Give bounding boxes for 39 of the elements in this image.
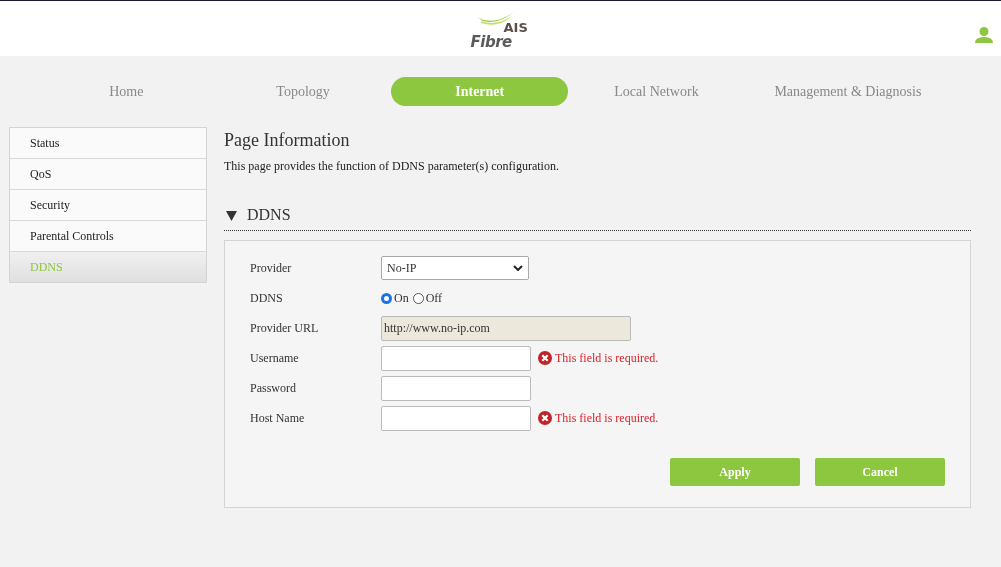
section-title: DDNS bbox=[247, 206, 291, 224]
radio-button[interactable] bbox=[412, 292, 424, 304]
field-label: Username bbox=[250, 350, 300, 366]
nav-tab[interactable]: Internet bbox=[391, 77, 569, 106]
error-icon bbox=[538, 411, 552, 425]
sidebar-item[interactable]: Status bbox=[10, 128, 206, 159]
field-label: Host Name bbox=[250, 410, 306, 426]
field-label: Password bbox=[250, 380, 297, 396]
error-icon bbox=[538, 351, 552, 365]
logo-brand: AIS bbox=[503, 19, 528, 35]
sidebar-item[interactable]: Security bbox=[10, 190, 206, 221]
triangle-icon[interactable] bbox=[226, 209, 237, 221]
input-field[interactable] bbox=[381, 375, 531, 401]
sidebar-item[interactable]: DDNS bbox=[10, 252, 206, 282]
cancel-button[interactable]: Cancel bbox=[815, 458, 945, 486]
chevron-icon bbox=[513, 265, 523, 271]
nav-tab[interactable]: Management & Diagnosis bbox=[744, 77, 951, 106]
field-label: Provider bbox=[250, 260, 293, 276]
sidebar-item[interactable]: QoS bbox=[10, 159, 206, 190]
page-description: This page provides the function of DDNS parameter(s) configuration. bbox=[224, 159, 560, 174]
error-message: This field is required. bbox=[555, 410, 659, 426]
provider-dropdown[interactable]: No-IP bbox=[381, 256, 529, 280]
input-field[interactable] bbox=[381, 345, 531, 371]
user-icon[interactable] bbox=[975, 27, 993, 43]
sidebar-item[interactable]: Parental Controls bbox=[10, 221, 206, 252]
apply-button[interactable]: Apply bbox=[670, 458, 800, 486]
nav-tab[interactable]: Home bbox=[38, 77, 215, 106]
page-title: Page Information bbox=[224, 129, 351, 152]
error-message: This field is required. bbox=[555, 350, 659, 366]
nav-tab[interactable]: Topology bbox=[214, 77, 392, 106]
input-field[interactable] bbox=[381, 405, 531, 431]
field-label: DDNS bbox=[250, 290, 284, 306]
logo-product: Fibre bbox=[470, 32, 512, 51]
nav-tab[interactable]: Local Network bbox=[568, 77, 745, 106]
radio-button[interactable] bbox=[381, 292, 392, 304]
radio-label: Off bbox=[425, 290, 443, 306]
field-label: Provider URL bbox=[250, 320, 320, 336]
radio-label: On bbox=[394, 290, 409, 306]
url-field: http://www.no-ip.com bbox=[381, 315, 631, 341]
